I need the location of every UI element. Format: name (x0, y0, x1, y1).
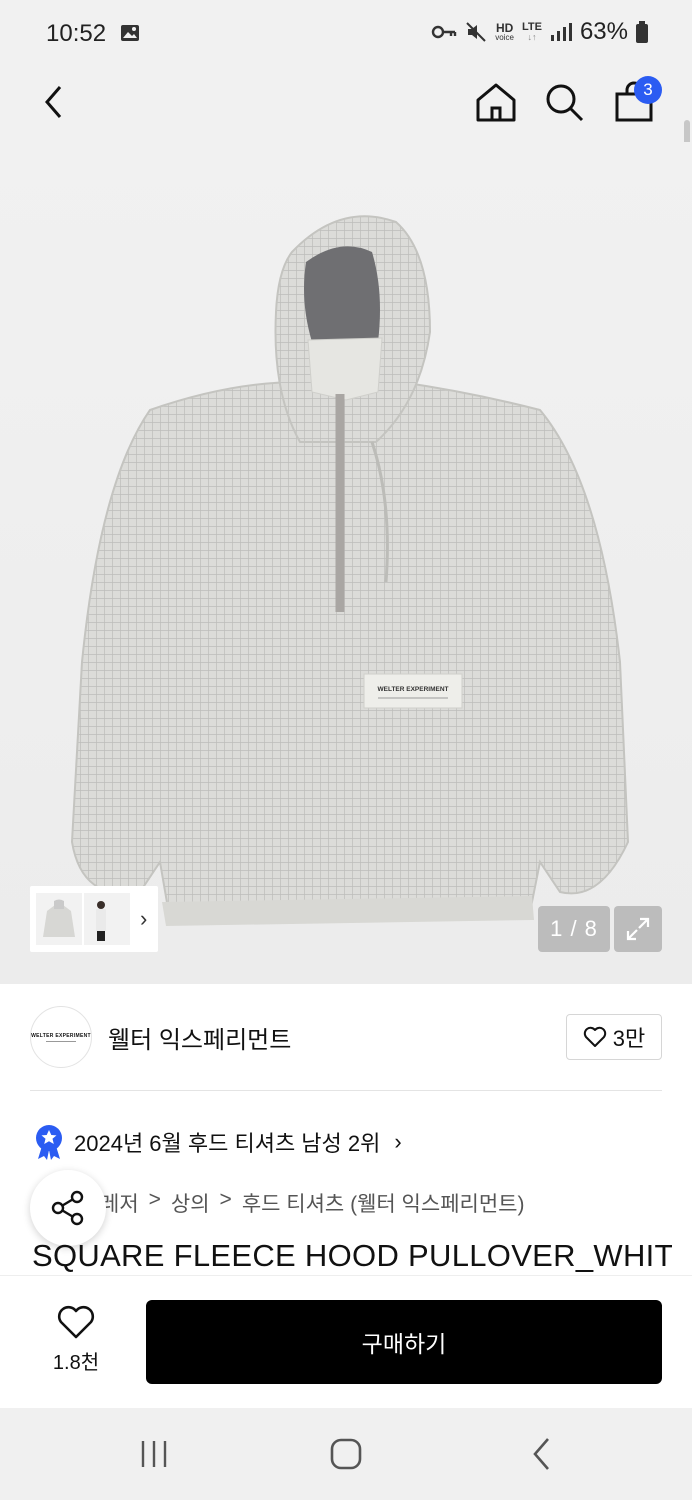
buy-button[interactable]: 구매하기 (146, 1300, 662, 1384)
thumbnail-strip[interactable]: › (30, 886, 158, 952)
product-image-gallery[interactable]: WELTER EXPERIMENT › 1 / 8 (0, 142, 692, 984)
brand-logo-text: WELTER EXPERIMENT (31, 1032, 91, 1039)
mute-icon (466, 22, 487, 42)
expand-icon (626, 917, 650, 941)
ranking-text: 2024년 6월 후드 티셔츠 남성 2위 (74, 1131, 381, 1156)
back-button[interactable] (28, 76, 80, 128)
data-arrows-icon: ↓↑ (527, 32, 537, 42)
thumbnail-model-image[interactable] (84, 893, 130, 945)
hd-voice-indicator: HD voice (495, 22, 514, 42)
heart-icon (583, 1026, 606, 1047)
heart-icon (57, 1305, 95, 1339)
recent-apps-button[interactable] (124, 1432, 184, 1476)
voice-label: voice (495, 33, 514, 42)
ranking-link[interactable]: 2024년 6월 후드 티셔츠 남성 2위 › (34, 1124, 402, 1160)
app-header: 3 (0, 66, 692, 186)
brand-logo[interactable]: WELTER EXPERIMENT (30, 1006, 92, 1068)
cart-button[interactable]: 3 (608, 76, 662, 128)
breadcrumb-item[interactable]: 후드 티셔츠 (웰터 익스페리먼트) (242, 1188, 525, 1218)
recent-apps-icon (141, 1441, 167, 1467)
status-bar: 10:52 HD voice LTE ↓↑ 63% (0, 0, 692, 66)
brand-row[interactable]: WELTER EXPERIMENT 웰터 익스페리먼트 3만 (0, 984, 692, 1090)
chevron-right-icon: › (394, 1129, 402, 1154)
image-counter: 1 / 8 (538, 906, 610, 952)
home-nav-button[interactable] (316, 1432, 376, 1476)
system-nav-bar (0, 1408, 692, 1500)
garment-label-text: WELTER EXPERIMENT (377, 686, 448, 693)
home-nav-icon (330, 1438, 362, 1470)
brand-like-count: 3만 (612, 1026, 646, 1051)
search-button[interactable] (538, 76, 590, 128)
share-icon (51, 1190, 84, 1226)
product-like-button[interactable]: 1.8천 (40, 1304, 112, 1375)
search-icon (546, 84, 584, 122)
back-nav-button[interactable] (512, 1432, 572, 1476)
breadcrumb: 레저 > 상의 > 후드 티셔츠 (웰터 익스페리먼트) (100, 1188, 524, 1218)
thumbnail-image[interactable] (36, 893, 82, 945)
thumbnail-model-icon (96, 901, 106, 941)
purchase-bar: 1.8천 구매하기 (0, 1276, 692, 1408)
gallery-notification-icon (121, 25, 139, 41)
brand-like-button[interactable]: 3만 (566, 1014, 662, 1060)
product-image: WELTER EXPERIMENT (70, 215, 630, 926)
ranking-badge-icon (36, 1125, 62, 1160)
status-indicators: HD voice LTE ↓↑ 63% (431, 18, 648, 46)
breadcrumb-item[interactable]: 상의 (171, 1188, 210, 1218)
battery-icon (636, 21, 648, 43)
home-icon (476, 83, 516, 122)
product-title: SQUARE FLEECE HOOD PULLOVER_WHITE (32, 1238, 672, 1273)
share-button[interactable] (30, 1170, 106, 1246)
status-time: 10:52 (46, 20, 107, 47)
back-nav-icon (533, 1438, 549, 1470)
home-button[interactable] (470, 76, 522, 128)
brand-name[interactable]: 웰터 익스페리먼트 (108, 1020, 291, 1055)
expand-button[interactable] (614, 906, 662, 952)
brand-logo-line (46, 1040, 76, 1042)
key-icon (432, 25, 457, 39)
breadcrumb-separator: > (219, 1188, 232, 1211)
breadcrumb-separator: > (148, 1188, 161, 1211)
cart-badge: 3 (634, 76, 662, 104)
divider (30, 1090, 662, 1091)
thumbnail-next-icon: › (140, 906, 148, 931)
lte-indicator: LTE ↓↑ (522, 22, 542, 42)
thumbnail-hoodie-icon (43, 899, 75, 937)
battery-percent: 63% (579, 18, 628, 45)
chevron-left-icon (45, 86, 62, 118)
signal-icon (550, 23, 572, 41)
product-like-count: 1.8천 (52, 1352, 100, 1374)
